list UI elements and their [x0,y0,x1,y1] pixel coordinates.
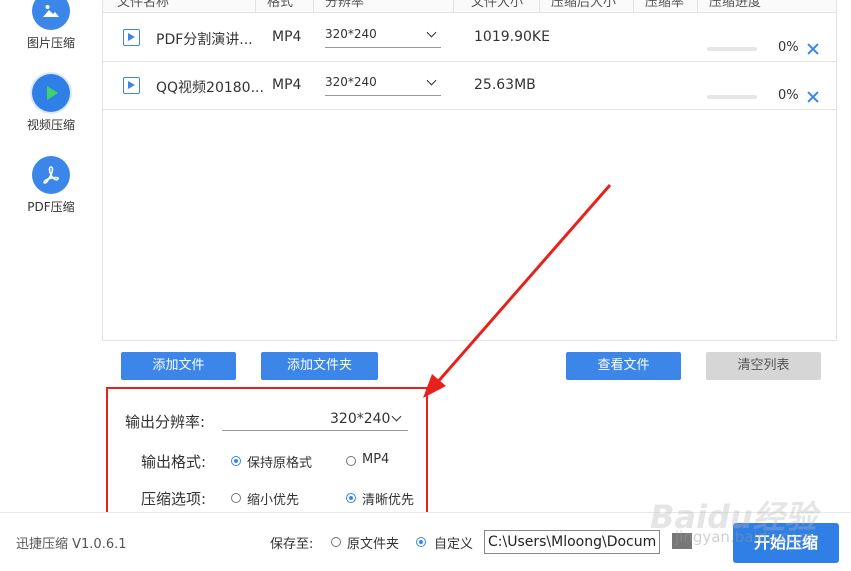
output-resolution-value: 320*240 [330,411,391,427]
output-options-panel: 输出分辨率: 320*240 输出格式: 保持原格式 MP4 压缩选项: 缩小优… [106,387,428,515]
compress-label: 压缩选项: [141,490,207,508]
format-option-mp4: MP4 [362,452,390,467]
save-path-input[interactable]: C:\Users\Mloong\Docum [484,530,660,554]
format-radio-mp4[interactable] [346,456,356,466]
app-version: 迅捷压缩 V1.0.6.1 [16,537,127,552]
output-resolution-select[interactable]: 320*240 [222,410,408,431]
save-to-label: 保存至: [270,537,314,552]
compress-radio-clarity[interactable] [346,493,356,503]
save-radio-custom[interactable] [416,537,426,547]
watermark-domain: jingyan.baidu.com [675,528,814,546]
chevron-down-icon [391,411,402,422]
format-radio-keep[interactable] [231,456,241,466]
format-label: 输出格式: [141,453,207,471]
compress-option-clarity: 清晰优先 [362,493,415,508]
save-option-custom: 自定义 [434,537,474,552]
resolution-label: 输出分辨率: [125,413,206,431]
save-option-original: 原文件夹 [347,537,400,552]
format-option-keep: 保持原格式 [247,456,313,471]
compress-radio-size[interactable] [231,493,241,503]
save-radio-original[interactable] [331,537,341,547]
compress-option-size: 缩小优先 [247,493,300,508]
